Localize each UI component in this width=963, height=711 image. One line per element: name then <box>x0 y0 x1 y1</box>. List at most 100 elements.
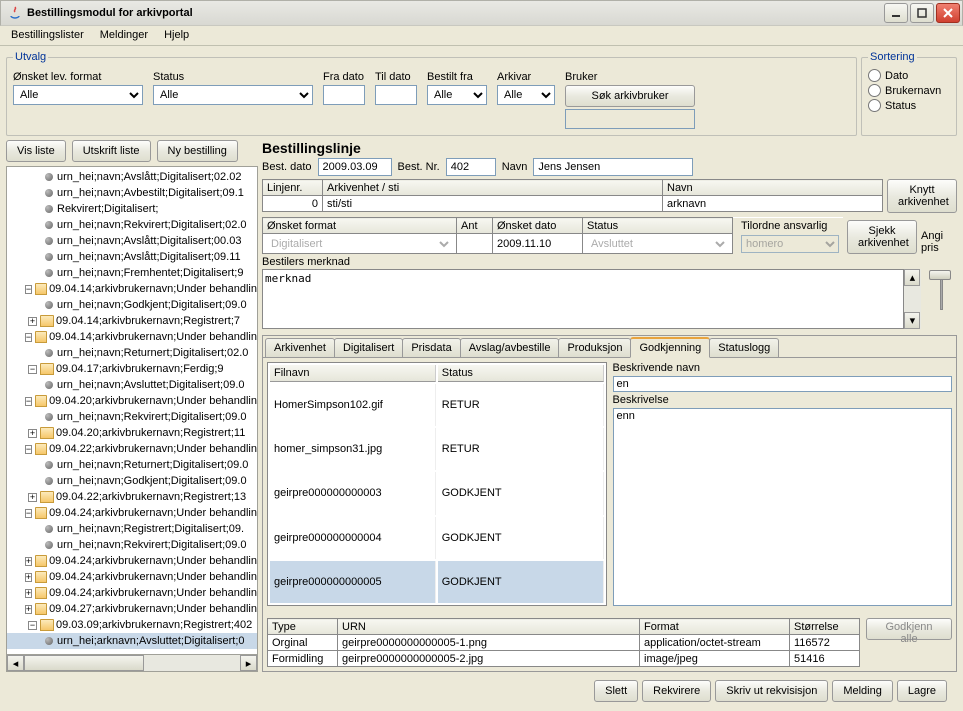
cell-sti[interactable]: sti/sti <box>323 196 663 212</box>
sok-arkivbruker-button[interactable]: Søk arkivbruker <box>565 85 695 107</box>
sjekk-arkivenhet-button[interactable]: Sjekk arkivenhet <box>847 220 917 254</box>
tab-avslag/avbestille[interactable]: Avslag/avbestille <box>460 338 560 357</box>
tree-node[interactable]: urn_hei;navn;Returnert;Digitalisert;02.0 <box>7 345 257 361</box>
tree-node[interactable]: +09.04.20;arkivbrukernavn;Registrert;11 <box>7 425 257 441</box>
tree-node[interactable]: urn_hei;navn;Godkjent;Digitalisert;09.0 <box>7 473 257 489</box>
tree-node[interactable]: urn_hei;navn;Registrert;Digitalisert;09. <box>7 521 257 537</box>
menu-hjelp[interactable]: Hjelp <box>156 26 197 45</box>
scroll-thumb[interactable] <box>24 655 144 671</box>
tree-node[interactable]: urn_hei;navn;Avbestilt;Digitalisert;09.1 <box>7 185 257 201</box>
tree-node[interactable]: −09.04.17;arkivbrukernavn;Ferdig;9 <box>7 361 257 377</box>
navn-input[interactable] <box>533 158 693 176</box>
tree-node[interactable]: urn_hei;navn;Rekvirert;Digitalisert;02.0 <box>7 217 257 233</box>
tree-node[interactable]: +09.04.24;arkivbrukernavn;Under behandli… <box>7 553 257 569</box>
fra-dato-input[interactable] <box>323 85 365 105</box>
tree-node[interactable]: urn_hei;navn;Rekvirert;Digitalisert;09.0 <box>7 537 257 553</box>
window-titlebar: Bestillingsmodul for arkivportal <box>0 0 963 26</box>
tilordne-select[interactable]: homero <box>741 235 839 253</box>
tree-node[interactable]: urn_hei;navn;Avsluttet;Digitalisert;09.0 <box>7 377 257 393</box>
tree-node[interactable]: urn_hei;arknavn;Avsluttet;Digitalisert;0 <box>7 633 257 649</box>
beskrivende-navn-input[interactable] <box>613 376 953 392</box>
tree-node[interactable]: −09.04.14;arkivbrukernavn;Under behandli… <box>7 281 257 297</box>
tree-node[interactable]: −09.04.20;arkivbrukernavn;Under behandli… <box>7 393 257 409</box>
rekvirere-button[interactable]: Rekvirere <box>642 680 711 702</box>
detail-tabs: ArkivenhetDigitalisertPrisdataAvslag/avb… <box>262 335 957 672</box>
type-row[interactable]: Formidlinggeirpre0000000000005-2.jpgimag… <box>268 651 860 667</box>
maximize-button[interactable] <box>910 3 934 23</box>
beskrivelse-textarea[interactable]: enn <box>613 408 953 606</box>
tree-node[interactable]: +09.04.24;arkivbrukernavn;Under behandli… <box>7 569 257 585</box>
type-row[interactable]: Orginalgeirpre0000000000005-1.pngapplica… <box>268 635 860 651</box>
tree-hscroll[interactable]: ◂ ▸ <box>7 654 257 671</box>
tab-prisdata[interactable]: Prisdata <box>402 338 460 357</box>
skriv-ut-button[interactable]: Skriv ut rekvisisjon <box>715 680 828 702</box>
format-select[interactable]: Alle <box>13 85 143 105</box>
best-nr-input[interactable] <box>446 158 496 176</box>
tree-node[interactable]: −09.04.14;arkivbrukernavn;Under behandli… <box>7 329 257 345</box>
file-row[interactable]: geirpre000000000004GODKJENT <box>270 517 604 559</box>
cell-onsket-status[interactable]: Avsluttet <box>583 234 733 254</box>
tree-node[interactable]: −09.04.24;arkivbrukernavn;Under behandli… <box>7 505 257 521</box>
tree-node[interactable]: +09.04.22;arkivbrukernavn;Registrert;13 <box>7 489 257 505</box>
tree-node[interactable]: urn_hei;navn;Avslått;Digitalisert;02.02 <box>7 169 257 185</box>
melding-button[interactable]: Melding <box>832 680 893 702</box>
tree-scroll[interactable]: urn_hei;navn;Avslått;Digitalisert;02.02u… <box>7 167 257 671</box>
files-table[interactable]: Filnavn Status HomerSimpson102.gifRETURh… <box>267 362 607 606</box>
cell-onsket-format[interactable]: Digitalisert <box>263 234 457 254</box>
menu-bestillingslister[interactable]: Bestillingslister <box>3 26 92 45</box>
til-dato-input[interactable] <box>375 85 417 105</box>
arkivar-select[interactable]: Alle <box>497 85 555 105</box>
sort-brukernavn[interactable]: Brukernavn <box>868 84 950 97</box>
col-onsket-format: Ønsket format <box>263 218 457 234</box>
cell-ant[interactable] <box>457 234 493 254</box>
slett-button[interactable]: Slett <box>594 680 638 702</box>
utskrift-liste-button[interactable]: Utskrift liste <box>72 140 151 162</box>
knytt-arkivenhet-button[interactable]: Knytt arkivenhet <box>887 179 957 213</box>
tree-node[interactable]: +09.04.27;arkivbrukernavn;Under behandli… <box>7 601 257 617</box>
tree-node[interactable]: urn_hei;navn;Avslått;Digitalisert;00.03 <box>7 233 257 249</box>
cell-onsket-dato[interactable]: 2009.11.10 <box>493 234 583 254</box>
tab-arkivenhet[interactable]: Arkivenhet <box>265 338 335 357</box>
best-dato-input[interactable] <box>318 158 392 176</box>
tree-node[interactable]: +09.04.24;arkivbrukernavn;Under behandli… <box>7 585 257 601</box>
tree-node[interactable]: urn_hei;navn;Returnert;Digitalisert;09.0 <box>7 457 257 473</box>
tree-node[interactable]: urn_hei;navn;Rekvirert;Digitalisert;09.0 <box>7 409 257 425</box>
fra-dato-label: Fra dato <box>323 71 365 83</box>
merknad-textarea[interactable]: merknad <box>262 269 904 329</box>
minimize-button[interactable] <box>884 3 908 23</box>
scroll-up-icon[interactable]: ▴ <box>904 269 920 286</box>
tree-node[interactable]: −09.03.09;arkivbrukernavn;Registrert;402 <box>7 617 257 633</box>
tab-statuslogg[interactable]: Statuslogg <box>709 338 779 357</box>
menu-meldinger[interactable]: Meldinger <box>92 26 156 45</box>
tree-node[interactable]: urn_hei;navn;Godkjent;Digitalisert;09.0 <box>7 297 257 313</box>
ny-bestilling-button[interactable]: Ny bestilling <box>157 140 238 162</box>
tab-godkjenning[interactable]: Godkjenning <box>630 337 710 358</box>
file-row[interactable]: homer_simpson31.jpgRETUR <box>270 428 604 470</box>
tree-node[interactable]: +09.04.14;arkivbrukernavn;Registrert;7 <box>7 313 257 329</box>
tree-node[interactable]: −09.04.22;arkivbrukernavn;Under behandli… <box>7 441 257 457</box>
pris-slider[interactable] <box>925 256 957 329</box>
vis-liste-button[interactable]: Vis liste <box>6 140 66 162</box>
sort-dato[interactable]: Dato <box>868 69 950 82</box>
arkivar-label: Arkivar <box>497 71 555 83</box>
file-row[interactable]: HomerSimpson102.gifRETUR <box>270 384 604 426</box>
cell-linjenr[interactable]: 0 <box>263 196 323 212</box>
file-row[interactable]: geirpre000000000003GODKJENT <box>270 472 604 514</box>
file-row[interactable]: geirpre000000000005GODKJENT <box>270 561 604 603</box>
bestilt-select[interactable]: Alle <box>427 85 487 105</box>
godkjenn-alle-button[interactable]: Godkjenn alle <box>866 618 952 640</box>
tab-digitalisert[interactable]: Digitalisert <box>334 338 403 357</box>
tree-node[interactable]: urn_hei;navn;Fremhentet;Digitalisert;9 <box>7 265 257 281</box>
scroll-right-icon[interactable]: ▸ <box>240 655 257 671</box>
sort-status[interactable]: Status <box>868 99 950 112</box>
status-select[interactable]: Alle <box>153 85 313 105</box>
lagre-button[interactable]: Lagre <box>897 680 947 702</box>
merknad-vscroll[interactable]: ▴ ▾ <box>904 269 921 329</box>
tab-produksjon[interactable]: Produksjon <box>558 338 631 357</box>
tree-node[interactable]: urn_hei;navn;Avslått;Digitalisert;09.11 <box>7 249 257 265</box>
scroll-left-icon[interactable]: ◂ <box>7 655 24 671</box>
close-button[interactable] <box>936 3 960 23</box>
scroll-down-icon[interactable]: ▾ <box>904 312 920 329</box>
tree-node[interactable]: Rekvirert;Digitalisert; <box>7 201 257 217</box>
cell-navn[interactable]: arknavn <box>663 196 883 212</box>
